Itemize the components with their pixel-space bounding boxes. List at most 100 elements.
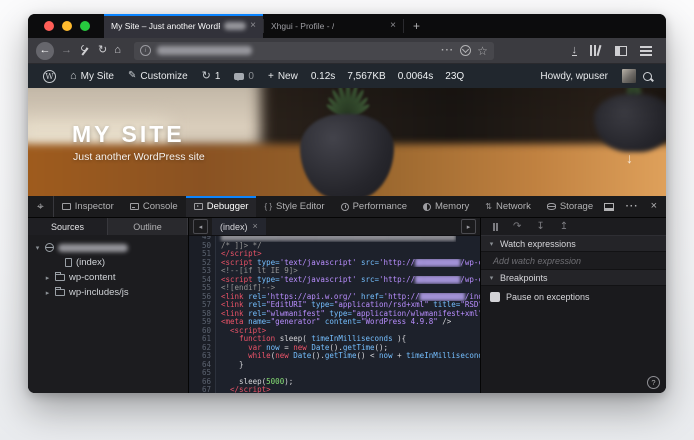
collapse-sources-icon[interactable]: ◂	[193, 219, 208, 234]
help-icon[interactable]: ?	[647, 376, 660, 389]
zoom-window-button[interactable]	[80, 21, 90, 31]
code-line[interactable]: 62 var now = new Date().getTime();	[189, 343, 480, 352]
code-line[interactable]: 54 <script type='text/javascript' src='ht…	[189, 275, 480, 284]
code-line[interactable]: 63 while(new Date().getTime() < now + ti…	[189, 351, 480, 361]
devtools-tab-debugger[interactable]: Debugger	[185, 196, 257, 217]
bookmark-star-icon[interactable]: ☆	[477, 44, 488, 58]
admin-comments[interactable]: 0	[227, 71, 261, 82]
devtools-tab-memory[interactable]: Memory	[415, 196, 477, 217]
code-view[interactable]: 49 ██████████████████████████████████████…	[189, 236, 480, 393]
wp-logo-menu[interactable]: W	[36, 69, 63, 83]
forward-button[interactable]: →	[61, 45, 72, 56]
downloads-icon[interactable]: ↓	[571, 45, 577, 56]
wrench-icon[interactable]	[79, 45, 91, 57]
code-line[interactable]: 57 <link rel="EditURI" type="application/…	[189, 300, 480, 310]
sidebar-toggle-icon[interactable]	[615, 45, 627, 56]
code-line[interactable]: 53 <!--[if lt IE 9]>	[189, 266, 480, 276]
browser-tab-xhgui[interactable]: Xhgui - Profile - / ×	[264, 14, 403, 38]
home-button[interactable]: ⌂	[114, 45, 121, 56]
close-tab-icon[interactable]: ×	[390, 21, 396, 31]
add-watch-expression-input[interactable]: Add watch expression	[481, 252, 666, 270]
devtools-tab-network[interactable]: ⇅ Network	[477, 196, 539, 217]
step-over-icon[interactable]: ↷	[513, 221, 521, 232]
sources-tab-sources[interactable]: Sources	[28, 218, 108, 235]
sources-tab-outline[interactable]: Outline	[108, 218, 188, 235]
search-icon[interactable]	[643, 71, 652, 81]
editor-tab-index[interactable]: (index) ×	[212, 218, 266, 235]
profiler-stat: 0.0064s	[397, 70, 434, 82]
devtools-menu-icon[interactable]: ···	[626, 201, 639, 212]
close-tab-icon[interactable]: ×	[250, 21, 256, 31]
admin-customize[interactable]: ✎ Customize	[121, 71, 195, 82]
avatar[interactable]	[622, 69, 636, 83]
code-text: <link rel="EditURI" type="application/rs…	[221, 301, 480, 309]
site-title[interactable]: MY SITE	[72, 121, 185, 148]
tree-item-label: (index)	[76, 257, 106, 268]
code-line[interactable]: 61 function sleep( timeInMilliseconds ){	[189, 334, 480, 344]
code-line[interactable]: 55 <![endif]-->	[189, 283, 480, 293]
toolbar-buttons: ↓	[571, 45, 659, 56]
devtools-tab-performance[interactable]: Performance	[333, 196, 415, 217]
tree-item-wp-content[interactable]: ▸ wp-content	[28, 270, 188, 285]
minimize-window-button[interactable]	[62, 21, 72, 31]
breakpoints-header[interactable]: ▾ Breakpoints	[481, 270, 666, 286]
code-line[interactable]: 66 sleep(5000);	[189, 377, 480, 386]
tree-item--index-[interactable]: (index)	[28, 255, 188, 270]
code-line[interactable]: 67 </script>	[189, 385, 480, 393]
file-icon	[65, 258, 72, 267]
code-line[interactable]: 50/* ]]> */	[189, 241, 480, 250]
chevron-right-icon[interactable]: ▸	[44, 289, 51, 297]
code-line[interactable]: 49 ██████████████████████████████████████…	[189, 236, 480, 242]
devtools-tab-storage[interactable]: Storage	[539, 196, 601, 217]
code-text: while(new Date().getTime() < now + timeI…	[248, 352, 480, 360]
page-actions-icon[interactable]: ···	[441, 45, 454, 56]
reload-button[interactable]: ↻	[98, 45, 107, 56]
chevron-down-icon: ▾	[489, 240, 494, 248]
step-out-icon[interactable]: ↥	[560, 221, 568, 232]
perf-icon	[340, 202, 349, 211]
expand-panes-icon[interactable]: ▸	[461, 219, 476, 234]
admin-site-name[interactable]: ⌂ My Site	[63, 70, 121, 82]
scroll-down-arrow[interactable]: ↓	[626, 150, 633, 166]
devtools-tab-console[interactable]: Console	[122, 196, 186, 217]
watch-expressions-header[interactable]: ▾ Watch expressions	[481, 236, 666, 252]
pause-icon[interactable]	[493, 222, 498, 231]
devtools-tab-style-editor[interactable]: { } Style Editor	[256, 196, 332, 217]
site-info-icon[interactable]: i	[139, 45, 151, 56]
hamburger-menu-icon[interactable]	[640, 45, 652, 56]
code-line[interactable]: 65	[189, 368, 480, 378]
pocket-icon[interactable]	[460, 45, 472, 56]
code-line[interactable]: 56 <link rel='https://api.w.org/' href='h…	[189, 292, 480, 301]
devtools-tab-inspector[interactable]: Inspector	[54, 196, 122, 217]
library-icon[interactable]	[590, 45, 602, 56]
chevron-right-icon[interactable]: ▸	[44, 274, 51, 282]
debugger-panel: Sources Outline ▾ (index) ▸ wp-content ▸ wp-in…	[28, 218, 666, 393]
sources-panel: Sources Outline ▾ (index) ▸ wp-content ▸ wp-in…	[28, 218, 189, 393]
close-devtools-icon[interactable]: ×	[651, 201, 657, 212]
close-window-button[interactable]	[44, 21, 54, 31]
step-in-icon[interactable]: ↧	[536, 221, 544, 232]
pause-on-exceptions-checkbox[interactable]	[490, 292, 500, 302]
code-line[interactable]: 64 }	[189, 360, 480, 369]
code-line[interactable]: 51 </script>	[189, 249, 480, 259]
browser-tab-my-site[interactable]: My Site – Just another WordPress S ×	[104, 14, 263, 38]
site-tagline: Just another WordPress site	[73, 151, 205, 163]
back-button[interactable]: ←	[36, 41, 54, 60]
new-tab-button[interactable]: +	[404, 14, 429, 38]
line-number[interactable]: 67	[189, 385, 216, 393]
code-line[interactable]: 59 <meta name="generator" content="WordPr…	[189, 317, 480, 327]
pause-on-exceptions-row[interactable]: Pause on exceptions	[481, 286, 666, 302]
code-line[interactable]: 60 <script>	[189, 326, 480, 335]
url-bar[interactable]: i ··· ☆	[133, 41, 494, 60]
chevron-down-icon[interactable]: ▾	[34, 244, 41, 252]
dock-mode-icon[interactable]	[603, 202, 614, 211]
admin-updates[interactable]: ↻ 1	[195, 70, 228, 82]
tree-item-domain[interactable]: ▾	[28, 240, 188, 255]
close-editor-tab-icon[interactable]: ×	[253, 222, 258, 231]
admin-account-menu[interactable]: Howdy, wpuser	[533, 71, 615, 82]
admin-new[interactable]: + New	[261, 71, 305, 82]
node-picker-icon[interactable]: ⌖	[28, 196, 54, 217]
code-line[interactable]: 58 <link rel="wlwmanifest" type="applicat…	[189, 309, 480, 318]
code-line[interactable]: 52 <script type='text/javascript' src='ht…	[189, 258, 480, 267]
tree-item-wp-includes-js[interactable]: ▸ wp-includes/js	[28, 285, 188, 300]
